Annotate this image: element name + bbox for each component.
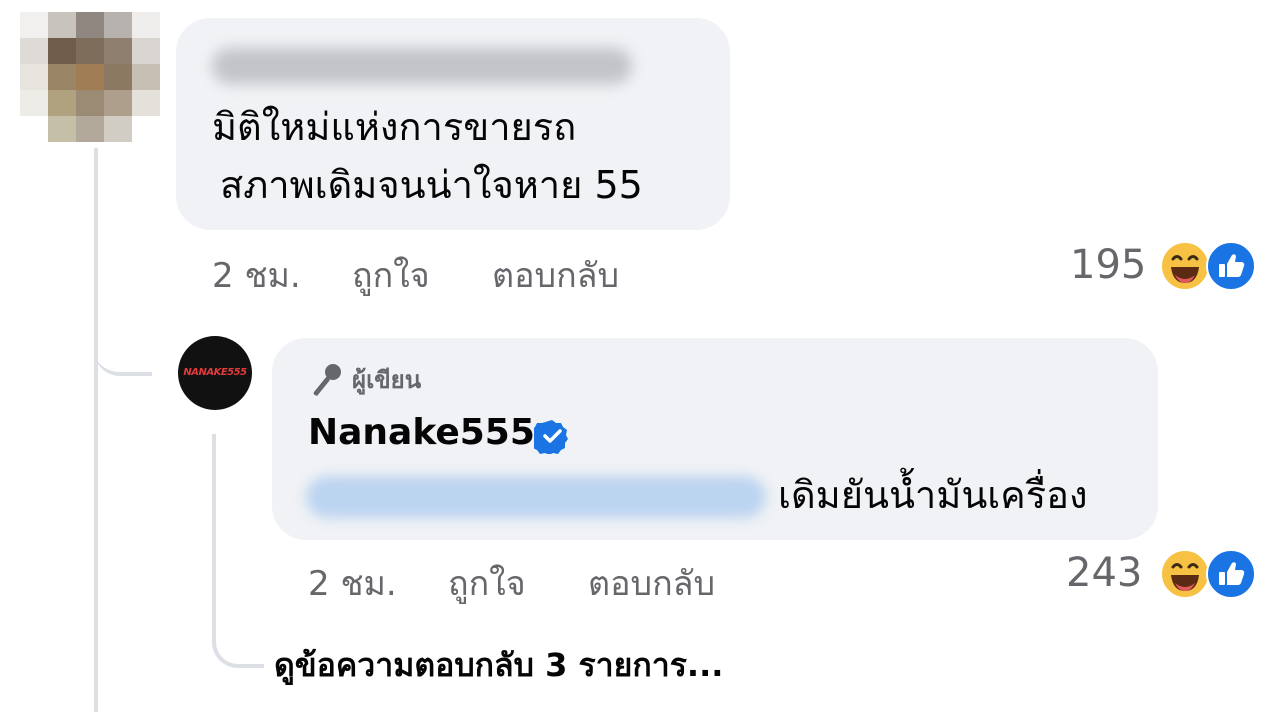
author-badge: ผู้เขียน bbox=[308, 360, 421, 399]
comment-bubble: มิติใหม่แห่งการขายรถ สภาพเดิมจนน่าใจหาย … bbox=[176, 18, 730, 230]
thread-line-main bbox=[94, 148, 98, 712]
haha-emoji-icon[interactable] bbox=[1160, 549, 1210, 599]
page-logo: NANAKE555 bbox=[183, 366, 247, 378]
reply-like-button[interactable]: ถูกใจ bbox=[448, 556, 526, 610]
page-name[interactable]: Nanake555 bbox=[308, 412, 535, 453]
thread-connector-reply bbox=[94, 300, 152, 376]
reply-bubble: ผู้เขียน Nanake555 เดิมยันน้ำมันเครื่อง bbox=[272, 338, 1158, 540]
comment-time[interactable]: 2 ชม. bbox=[212, 248, 301, 302]
comment-reaction-count[interactable]: 195 bbox=[1070, 242, 1146, 288]
thread-connector-view-replies bbox=[212, 600, 264, 668]
reply-time[interactable]: 2 ชม. bbox=[308, 556, 397, 610]
reply-reaction-count[interactable]: 243 bbox=[1066, 550, 1142, 596]
verified-badge-icon bbox=[534, 420, 568, 454]
comment-like-button[interactable]: ถูกใจ bbox=[352, 248, 430, 302]
commenter-name-blurred[interactable] bbox=[212, 48, 632, 84]
commenter-avatar[interactable] bbox=[20, 12, 160, 142]
like-icon[interactable] bbox=[1206, 549, 1256, 599]
view-replies-link[interactable]: ดูข้อความตอบกลับ 3 รายการ... bbox=[274, 640, 723, 691]
comment-text-line2: สภาพเดิมจนน่าใจหาย 55 bbox=[220, 163, 643, 207]
haha-emoji-icon[interactable] bbox=[1160, 241, 1210, 291]
like-icon[interactable] bbox=[1206, 241, 1256, 291]
microphone-icon bbox=[313, 363, 341, 396]
author-label: ผู้เขียน bbox=[352, 366, 422, 394]
reply-reply-button[interactable]: ตอบกลับ bbox=[588, 556, 715, 610]
page-avatar[interactable]: NANAKE555 bbox=[178, 336, 252, 410]
mentioned-user-blurred[interactable] bbox=[306, 476, 766, 518]
comment-reply-button[interactable]: ตอบกลับ bbox=[492, 248, 619, 302]
comment-text-line1: มิติใหม่แห่งการขายรถ bbox=[212, 105, 577, 149]
reply-text: เดิมยันน้ำมันเครื่อง bbox=[778, 473, 1088, 517]
